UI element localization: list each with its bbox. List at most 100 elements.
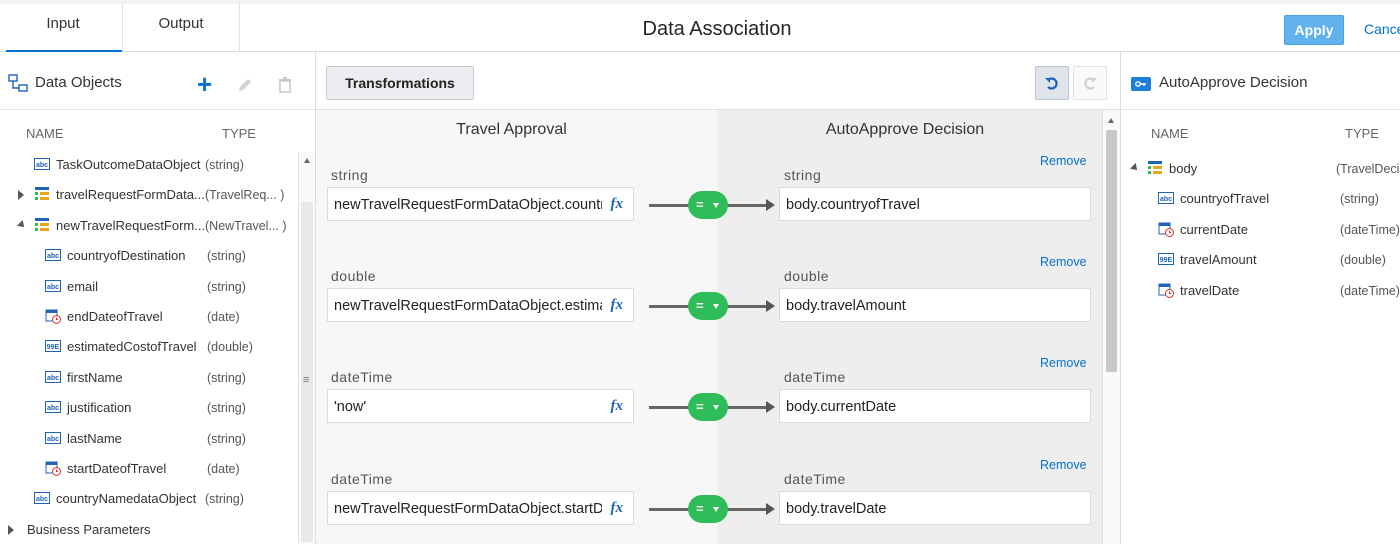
list-item[interactable]: abc lastName (string) <box>0 424 298 454</box>
item-name: firstName <box>67 369 123 385</box>
calendar-icon <box>1158 222 1174 237</box>
item-type: (string) <box>207 370 246 385</box>
item-type: (double) <box>207 340 253 355</box>
data-objects-title: Data Objects <box>35 74 122 91</box>
operator-dropdown[interactable]: = <box>688 495 728 523</box>
remove-link[interactable]: Remove <box>1040 255 1087 269</box>
operator-dropdown[interactable]: = <box>688 292 728 320</box>
number-type-icon: 99E <box>45 340 61 353</box>
target-field[interactable]: body.travelAmount <box>779 288 1091 322</box>
expression-builder-icon[interactable]: fx <box>611 398 624 415</box>
list-item[interactable]: currentDate (dateTime) <box>1121 215 1400 245</box>
list-item[interactable]: abc firstName (string) <box>0 363 298 393</box>
arrow-head-icon <box>766 199 775 211</box>
item-type: (date) <box>207 309 240 324</box>
left-scrollbar[interactable]: ≡ <box>299 152 315 544</box>
mapping-row: Remove double double newTravelRequestFor… <box>316 255 1102 348</box>
type-column-header: TYPE <box>222 126 256 141</box>
chevron-down-icon <box>713 203 719 208</box>
panel-splitter[interactable]: ≡ <box>298 152 315 544</box>
item-type: (double) <box>1340 253 1386 268</box>
source-expression-field[interactable]: newTravelRequestFormDataObject.startDate… <box>327 491 634 525</box>
arrow-head-icon <box>766 401 775 413</box>
target-object-header: AutoApprove Decision <box>1121 52 1400 110</box>
source-expression: 'now' <box>334 399 367 415</box>
svg-text:99E: 99E <box>1160 257 1173 264</box>
list-item[interactable]: abc justification (string) <box>0 393 298 423</box>
source-type: double <box>331 268 377 284</box>
list-item[interactable]: travelRequestFormData... (TravelReq... ) <box>0 180 298 210</box>
source-type: string <box>331 167 369 183</box>
list-item[interactable]: abc countryofDestination (string) <box>0 241 298 271</box>
mapping-row: Remove dateTime dateTime newTravelReques… <box>316 458 1102 544</box>
item-name: email <box>67 278 99 294</box>
item-name: TaskOutcomeDataObject <box>56 157 201 172</box>
item-name: endDateofTravel <box>67 308 163 324</box>
target-field[interactable]: body.currentDate <box>779 389 1091 423</box>
source-expression-field[interactable]: newTravelRequestFormDataObject.countryof… <box>327 187 634 221</box>
item-name: justification <box>67 400 132 416</box>
source-expression: newTravelRequestFormDataObject.estimated… <box>334 298 602 314</box>
list-item[interactable]: abc email (string) <box>0 272 298 302</box>
splitter-grip-icon[interactable]: ≡ <box>303 374 309 386</box>
source-expression-field[interactable]: 'now' fx <box>327 389 634 423</box>
collapse-icon[interactable] <box>1130 163 1140 173</box>
cancel-button[interactable]: Cancel <box>1364 21 1400 37</box>
list-item[interactable]: abc countryNamedataObject (string) <box>0 484 298 514</box>
source-expression: newTravelRequestFormDataObject.startDate… <box>334 501 602 517</box>
operator-dropdown[interactable]: = <box>688 393 728 421</box>
delete-icon[interactable] <box>276 76 294 94</box>
undo-button[interactable] <box>1035 66 1069 100</box>
remove-link[interactable]: Remove <box>1040 154 1087 168</box>
list-item[interactable]: 99E travelAmount (double) <box>1121 245 1400 275</box>
target-type: dateTime <box>784 369 846 385</box>
list-item[interactable]: body (TravelDecision) <box>1121 154 1400 184</box>
calendar-icon <box>45 461 61 476</box>
scroll-up-icon[interactable] <box>1108 118 1114 123</box>
center-scrollbar[interactable] <box>1102 110 1120 544</box>
expand-icon[interactable] <box>18 190 24 201</box>
remove-link[interactable]: Remove <box>1040 356 1087 370</box>
list-item[interactable]: abc TaskOutcomeDataObject (string) <box>0 150 298 180</box>
chevron-down-icon <box>713 304 719 309</box>
mapping-row: Remove string string newTravelRequestFor… <box>316 154 1102 247</box>
operator-dropdown[interactable]: = <box>688 191 728 219</box>
list-item[interactable]: newTravelRequestForm... (NewTravel... ) <box>0 211 298 241</box>
left-scroll-thumb[interactable] <box>301 202 313 542</box>
expression-builder-icon[interactable]: fx <box>611 297 624 314</box>
item-type: (string) <box>1340 192 1379 207</box>
item-name: currentDate <box>1180 221 1248 237</box>
data-objects-panel: Data Objects + NAME TYPE abc TaskOutcome… <box>0 52 316 544</box>
redo-button[interactable] <box>1073 66 1107 100</box>
center-scroll-thumb[interactable] <box>1106 130 1117 372</box>
transformations-button[interactable]: Transformations <box>326 66 474 100</box>
target-field[interactable]: body.travelDate <box>779 491 1091 525</box>
target-expression: body.travelAmount <box>786 298 906 314</box>
svg-text:abc: abc <box>47 436 59 443</box>
text-type-icon: abc <box>1158 192 1174 205</box>
target-field[interactable]: body.countryofTravel <box>779 187 1091 221</box>
tab-output[interactable]: Output <box>122 4 240 52</box>
source-type: dateTime <box>331 471 393 487</box>
edit-icon[interactable] <box>236 76 254 94</box>
text-type-icon: abc <box>34 158 50 170</box>
list-item[interactable]: 99E estimatedCostofTravel (double) <box>0 332 298 362</box>
list-item[interactable]: travelDate (dateTime) <box>1121 276 1400 306</box>
expression-builder-icon[interactable]: fx <box>611 196 624 213</box>
business-parameters-section[interactable]: Business Parameters <box>0 515 298 544</box>
source-expression-field[interactable]: newTravelRequestFormDataObject.estimated… <box>327 288 634 322</box>
item-type: (dateTime) <box>1340 222 1400 237</box>
expand-icon[interactable] <box>8 524 14 535</box>
svg-text:abc: abc <box>47 284 59 291</box>
expression-builder-icon[interactable]: fx <box>611 500 624 517</box>
list-item[interactable]: abc countryofTravel (string) <box>1121 184 1400 214</box>
remove-link[interactable]: Remove <box>1040 458 1087 472</box>
add-icon[interactable]: + <box>197 71 215 97</box>
list-item[interactable]: startDateofTravel (date) <box>0 454 298 484</box>
collapse-icon[interactable] <box>17 219 27 230</box>
tab-input[interactable]: Input <box>4 4 122 53</box>
svg-text:abc: abc <box>1160 196 1172 203</box>
scroll-up-icon[interactable] <box>304 158 310 163</box>
list-item[interactable]: endDateofTravel (date) <box>0 302 298 332</box>
apply-button[interactable]: Apply <box>1284 15 1344 45</box>
